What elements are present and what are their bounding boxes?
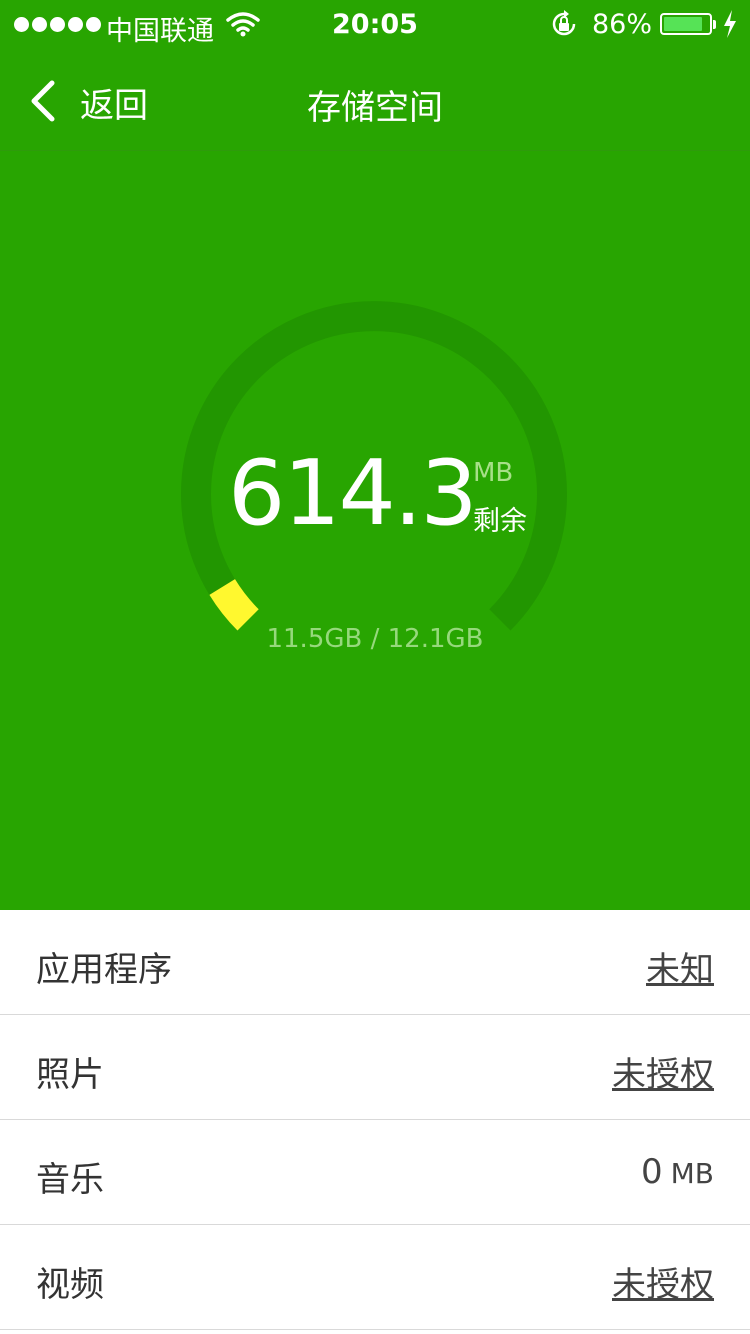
remaining-label: 剩余 bbox=[473, 506, 527, 537]
music-size-unit: MB bbox=[670, 1157, 714, 1190]
list-item-label: 应用程序 bbox=[36, 950, 172, 990]
list-item-videos[interactable]: 视频 未授权 bbox=[0, 1225, 750, 1330]
gauge-indicator bbox=[209, 578, 259, 631]
list-item-value[interactable]: 未授权 bbox=[612, 1047, 714, 1096]
storage-header-area: 中国联通 20:05 86% 返回 存储空间 614.3 MB 剩余 11.5G… bbox=[0, 0, 750, 910]
list-item-value[interactable]: 未授权 bbox=[612, 1257, 714, 1306]
list-item-label: 音乐 bbox=[36, 1160, 104, 1200]
storage-category-list: 应用程序 未知 照片 未授权 音乐 0 MB 视频 未授权 bbox=[0, 910, 750, 1330]
list-item-photos[interactable]: 照片 未授权 bbox=[0, 1015, 750, 1120]
list-item-value[interactable]: 未知 bbox=[646, 942, 714, 991]
usage-summary: 11.5GB / 12.1GB bbox=[266, 624, 484, 654]
list-item-label: 视频 bbox=[36, 1265, 104, 1305]
remaining-unit: MB bbox=[473, 458, 514, 488]
music-size-value: 0 bbox=[640, 1152, 663, 1192]
remaining-value: 614.3 bbox=[228, 441, 478, 546]
list-item-label: 照片 bbox=[36, 1055, 104, 1095]
list-item-apps[interactable]: 应用程序 未知 bbox=[0, 910, 750, 1015]
list-item-value: 0 MB bbox=[641, 1152, 714, 1192]
list-item-music[interactable]: 音乐 0 MB bbox=[0, 1120, 750, 1225]
